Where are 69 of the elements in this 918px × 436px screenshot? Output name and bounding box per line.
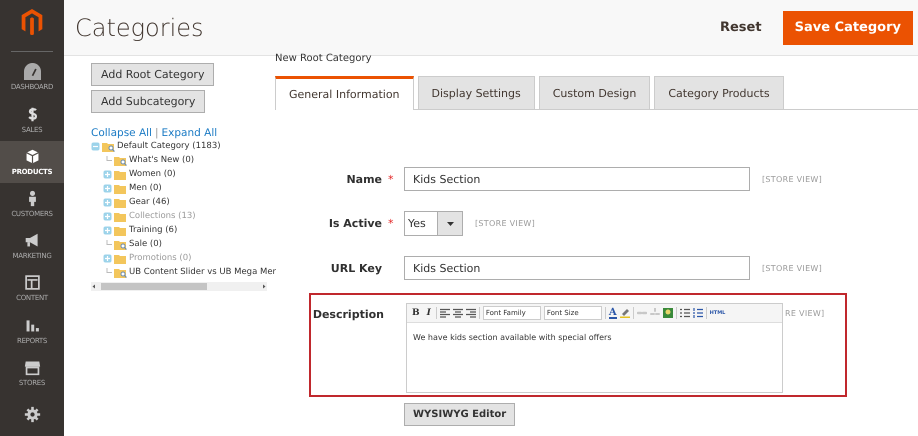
storefront-icon xyxy=(24,358,40,376)
expand-icon[interactable] xyxy=(103,184,112,192)
horizontal-scrollbar[interactable] xyxy=(91,282,267,291)
folder-search-icon xyxy=(114,154,127,166)
add-category-button[interactable]: Add Root Category xyxy=(91,63,214,86)
tree-item[interactable]: UB Content Slider vs UB Mega Mer xyxy=(129,267,276,277)
bullet-list-icon[interactable] xyxy=(680,308,690,318)
expand-icon[interactable] xyxy=(103,226,112,234)
required-mark: * xyxy=(388,217,394,230)
logo-icon[interactable] xyxy=(21,9,43,36)
wysiwyg-editor-button[interactable]: WYSIWYG Editor xyxy=(404,403,516,426)
section-heading: New Root Category xyxy=(275,53,373,66)
italic-button[interactable]: I xyxy=(424,308,433,318)
tree-item[interactable]: Gear (46) xyxy=(129,197,170,207)
tree-item[interactable]: What's New (0) xyxy=(129,155,194,165)
highlighter-icon[interactable] xyxy=(620,308,630,318)
required-mark: * xyxy=(388,172,394,186)
megaphone-icon xyxy=(24,232,40,250)
field-label: Description xyxy=(312,307,384,321)
scope-label: RE VIEW] xyxy=(785,308,824,318)
folder-search-icon xyxy=(114,266,127,278)
text-field[interactable]: Kids Section xyxy=(404,256,750,280)
tree-item[interactable]: Training (6) xyxy=(129,225,178,235)
folder-icon xyxy=(114,182,127,194)
scope-label: [STORE VIEW] xyxy=(762,174,822,184)
text-color-button[interactable]: A xyxy=(608,308,617,318)
scope-label: [STORE VIEW] xyxy=(475,219,536,228)
tab[interactable]: Display Settings xyxy=(418,76,535,109)
folder-search-icon xyxy=(102,140,115,152)
tree-item[interactable]: Sale (0) xyxy=(129,239,162,249)
collapse-icon[interactable] xyxy=(91,142,100,150)
page-title: Categories xyxy=(75,14,205,42)
field-label: Name xyxy=(345,172,382,186)
tab[interactable]: General Information xyxy=(275,76,414,110)
tree-item[interactable]: Default Category (1183) xyxy=(117,141,221,151)
folder-icon xyxy=(114,196,127,208)
align-left-icon[interactable] xyxy=(440,308,450,318)
text-field[interactable]: Kids Section xyxy=(404,167,750,191)
folder-icon xyxy=(114,252,127,264)
layout-icon xyxy=(24,274,40,292)
align-center-icon[interactable] xyxy=(452,308,463,318)
reset-button[interactable]: Reset xyxy=(720,20,762,35)
expand-icon[interactable] xyxy=(103,198,112,206)
folder-icon xyxy=(114,224,127,236)
collapse-all-link[interactable]: Collapse All xyxy=(91,127,152,139)
tab[interactable]: Category Products xyxy=(654,76,784,109)
folder-search-icon xyxy=(114,238,127,250)
caret-icon xyxy=(446,222,454,226)
save-button[interactable]: Save Category xyxy=(782,10,913,44)
box-icon xyxy=(24,148,40,165)
align-right-icon[interactable] xyxy=(466,308,476,318)
expand-all-link[interactable]: Expand All xyxy=(162,127,218,139)
editor-text: We have kids section available with special offers xyxy=(412,332,612,344)
select-field[interactable]: Yes xyxy=(404,211,463,236)
bold-button[interactable]: B xyxy=(410,308,422,318)
field-label: URL Key xyxy=(330,262,382,274)
tree-item[interactable]: Men (0) xyxy=(129,183,162,193)
image-icon[interactable] xyxy=(662,308,673,318)
settings-icon xyxy=(24,406,40,424)
folder-icon xyxy=(114,168,127,180)
field-label: Is Active xyxy=(328,217,382,230)
link-separator: | xyxy=(154,127,159,139)
numbered-list-icon[interactable] xyxy=(692,308,703,318)
add-category-button[interactable]: Add Subcategory xyxy=(91,90,206,113)
scope-label: [STORE VIEW] xyxy=(762,264,822,272)
tab[interactable]: Custom Design xyxy=(538,76,650,109)
tree-item[interactable]: Women (0) xyxy=(129,169,176,179)
folder-icon xyxy=(114,210,127,222)
expand-icon[interactable] xyxy=(103,170,112,178)
